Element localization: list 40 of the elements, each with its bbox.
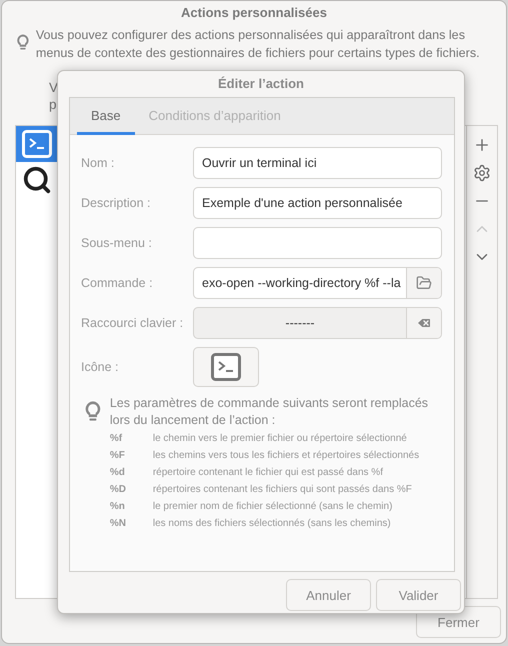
shortcut-field[interactable]: ------- [193,307,442,339]
field-label: Raccourci clavier : [81,316,184,330]
field-label: Description : [81,196,152,210]
add-icon[interactable] [473,136,491,154]
parameter-description: les chemins vers tous les fichiers et répertoires sélectionnés [152,449,420,463]
input-field[interactable]: Exemple d'une action personnalisée [193,187,442,219]
hint-text: Les paramètres de commande suivants seront remplacés lors du lancement de l’action : [110,395,430,429]
search-icon [22,165,52,195]
parameter-description: répertoires contenant les fichiers qui sont passés dans %F [152,483,413,497]
command-field[interactable]: exo-open --working-directory %f --la [193,267,442,299]
parameter-code: %F [110,449,126,463]
parameter-code: %N [110,517,127,531]
gear-icon[interactable] [473,164,491,182]
terminal-icon [211,353,241,381]
description-text: V [49,79,59,96]
parameter-description: les noms des fichiers sélectionnés (sans les chemins) [152,517,392,531]
dialog-title: Éditer l’action [217,75,305,93]
clear-icon[interactable] [406,308,441,338]
terminal-icon [22,130,52,158]
icon-button[interactable] [193,347,259,387]
dialog-button[interactable]: Valider [376,579,461,611]
field-label: Nom : [81,156,116,170]
parameter-description: le premier nom de fichier sélectionné (sans le chemin) [152,500,394,514]
intro-text: Vous pouvez configurer des actions personnalisées qui apparaîtront dans les menus de contexte des gestionnaires de fichiers pour certains types de fichiers. [36,27,481,62]
parameter-description: répertoire contenant le fichier qui est passé dans %f [152,466,384,480]
window-title: Actions personnalisées [180,4,328,22]
parameter-code: %d [110,466,126,480]
dialog-button[interactable]: Annuler [286,579,371,611]
parameter-code: %f [110,432,124,446]
parameter-code: %D [110,483,127,497]
tab[interactable]: Base [77,98,135,135]
folder-icon[interactable] [406,268,441,298]
description-text: p [49,96,58,113]
field-label: Sous-menu : [81,236,153,250]
input-field[interactable]: Ouvrir un terminal ici [193,147,442,179]
input-field[interactable] [193,227,442,259]
parameter-code: %n [110,500,126,514]
field-label: Icône : [81,360,120,374]
field-label: Commande : [81,276,154,290]
parameter-description: le chemin vers le premier fichier ou répertoire sélectionné [152,432,408,446]
